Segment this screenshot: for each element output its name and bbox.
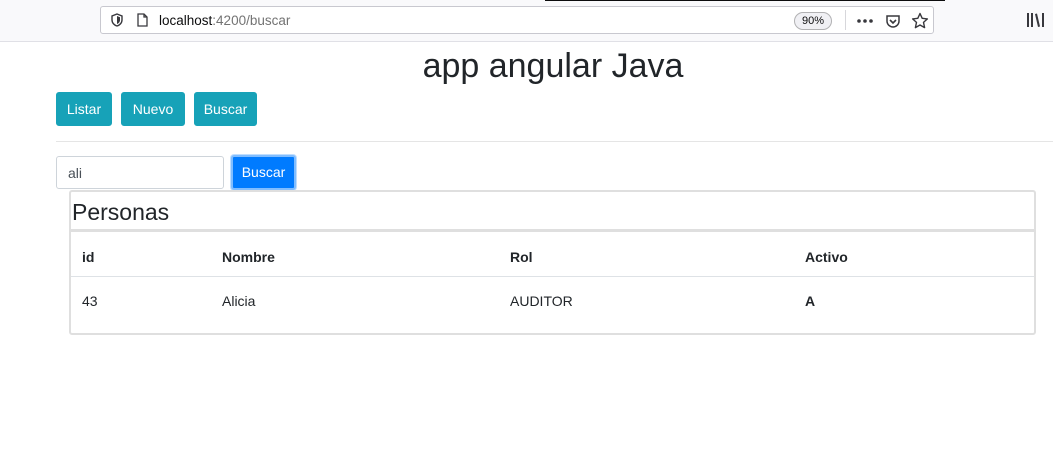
listar-button[interactable]: Listar [56,92,112,126]
address-bar[interactable]: localhost:4200/buscar 90% [100,6,934,34]
column-header-rol: Rol [510,249,533,265]
column-header-activo: Activo [805,249,848,265]
buscar-nav-button[interactable]: Buscar [194,92,257,126]
url-path: :4200/buscar [212,13,291,28]
personas-card: Personas id Nombre Rol Activo 43 Alicia … [69,190,1036,335]
page-info-icon[interactable] [135,13,149,27]
zoom-level-badge[interactable]: 90% [794,12,833,30]
bookmark-star-icon[interactable] [911,12,929,30]
search-input[interactable] [56,156,224,189]
cell-id: 43 [82,293,98,309]
card-title: Personas [72,199,170,225]
pocket-icon[interactable] [884,12,902,30]
cell-activo: A [805,293,816,309]
library-icon[interactable] [1026,12,1048,28]
urlbar-divider [845,10,846,30]
cell-nombre: Alicia [222,293,256,309]
more-actions-icon[interactable] [856,12,874,30]
url-text[interactable]: localhost:4200/buscar [159,13,290,29]
header-divider [71,276,1034,277]
browser-toolbar: localhost:4200/buscar 90% [0,0,1053,42]
card-header: Personas [71,192,1034,232]
shield-icon[interactable] [110,13,124,27]
search-button[interactable]: Buscar [231,155,296,190]
column-header-nombre: Nombre [222,249,275,265]
column-header-id: id [82,249,95,265]
cell-rol: AUDITOR [510,293,573,309]
divider [56,141,1053,142]
app-title: app angular Java [422,47,684,85]
window-edge [545,0,945,1]
url-host: localhost [159,13,213,28]
nuevo-button[interactable]: Nuevo [121,92,185,126]
